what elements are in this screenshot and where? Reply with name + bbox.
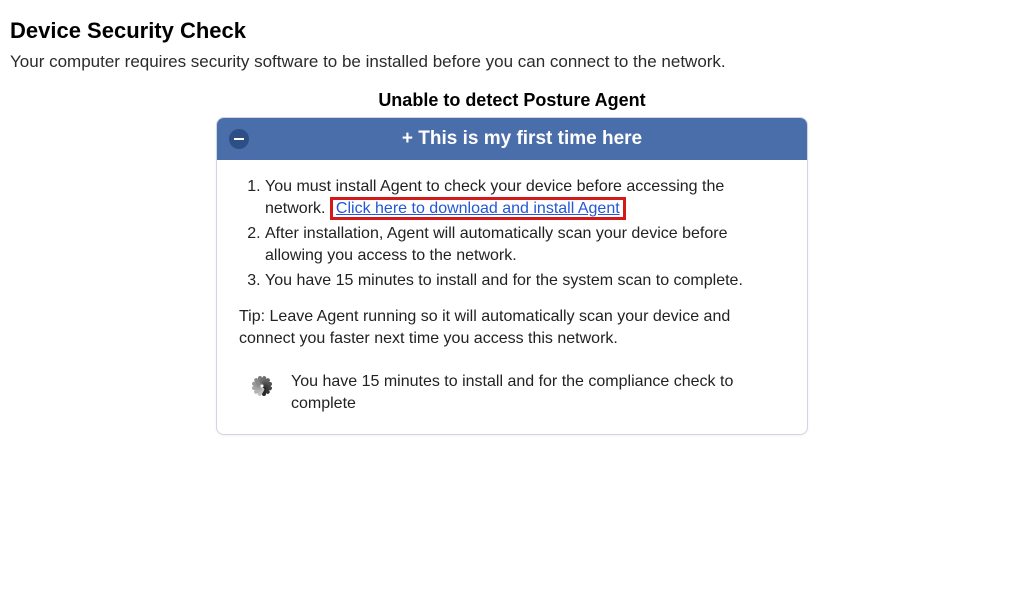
panel-header-title: + This is my first time here <box>249 128 795 150</box>
detect-status-message: Unable to detect Posture Agent <box>217 90 807 111</box>
minus-icon <box>229 129 249 149</box>
first-time-panel: + This is my first time here You must in… <box>216 117 808 435</box>
instruction-list: You must install Agent to check your dev… <box>239 176 785 292</box>
page-subtitle: Your computer requires security software… <box>10 52 1014 72</box>
compliance-status-row: You have 15 minutes to install and for t… <box>239 371 785 414</box>
download-agent-link[interactable]: Click here to download and install Agent <box>336 200 620 217</box>
panel-header[interactable]: + This is my first time here <box>217 118 807 160</box>
loading-spinner-icon <box>243 376 277 410</box>
panel-body: You must install Agent to check your dev… <box>217 160 807 434</box>
instruction-step-3: You have 15 minutes to install and for t… <box>265 270 785 292</box>
tip-text: Tip: Leave Agent running so it will auto… <box>239 306 785 349</box>
compliance-status-text: You have 15 minutes to install and for t… <box>291 371 785 414</box>
instruction-step-2: After installation, Agent will automatic… <box>265 223 785 266</box>
page-title: Device Security Check <box>10 18 1014 44</box>
instruction-step-1: You must install Agent to check your dev… <box>265 176 785 219</box>
download-link-highlight: Click here to download and install Agent <box>330 197 626 220</box>
